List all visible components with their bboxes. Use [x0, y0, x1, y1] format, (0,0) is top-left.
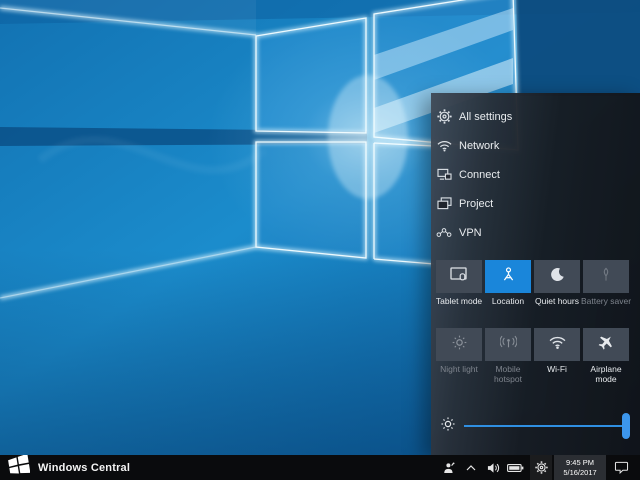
tile-mobile-hotspot-button[interactable]	[485, 328, 531, 361]
menu-item-connect[interactable]: Connect	[431, 160, 640, 189]
night-light-icon	[452, 335, 467, 355]
start-label: Windows Central	[38, 462, 130, 474]
tablet-mode-icon	[450, 267, 468, 286]
tile-airplane-mode-button[interactable]	[583, 328, 629, 361]
vpn-icon	[436, 225, 452, 241]
tile-battery-saver[interactable]: Battery saver	[583, 260, 629, 328]
people-icon[interactable]	[441, 455, 457, 480]
brightness-slider-thumb[interactable]	[622, 413, 630, 439]
tile-tablet-mode[interactable]: Tablet mode	[436, 260, 482, 328]
chevron-up-icon[interactable]	[464, 455, 478, 480]
tile-quiet-hours-button[interactable]	[534, 260, 580, 293]
connect-icon	[436, 167, 452, 183]
volume-icon[interactable]	[485, 455, 501, 480]
menu-item-label: Project	[459, 198, 493, 210]
gear-icon	[436, 109, 452, 125]
quiet-hours-icon	[550, 267, 565, 287]
tile-wifi-button[interactable]	[534, 328, 580, 361]
tile-tablet-mode-button[interactable]	[436, 260, 482, 293]
tile-night-light-button[interactable]	[436, 328, 482, 361]
project-icon	[436, 196, 452, 212]
battery-saver-icon	[600, 267, 612, 287]
tile-airplane-mode[interactable]: Airplane mode	[583, 328, 629, 396]
windows-logo-icon	[8, 455, 30, 480]
tile-label: Battery saver	[579, 296, 633, 306]
brightness-slider[interactable]	[464, 425, 630, 427]
start-button[interactable]: Windows Central	[0, 455, 130, 480]
airplane-icon	[598, 334, 614, 355]
gear-icon[interactable]	[530, 455, 552, 480]
menu-item-label: VPN	[459, 227, 482, 239]
tile-location-button[interactable]	[485, 260, 531, 293]
wifi-icon	[436, 138, 452, 154]
quick-settings-panel: All settings Network Connect Project	[431, 93, 640, 455]
battery-icon[interactable]	[506, 455, 525, 480]
tile-battery-saver-button[interactable]	[583, 260, 629, 293]
location-icon	[501, 267, 516, 287]
tile-label: Quiet hours	[530, 296, 584, 306]
tile-label: Night light	[432, 364, 486, 374]
clock-time: 9:45 PM	[566, 458, 594, 468]
taskbar: Windows Central 9:45 PM 5/16/2017	[0, 455, 640, 480]
menu-item-project[interactable]: Project	[431, 189, 640, 218]
tile-quiet-hours[interactable]: Quiet hours	[534, 260, 580, 328]
menu-item-label: All settings	[459, 111, 512, 123]
wifi-icon	[549, 336, 566, 354]
menu-item-label: Network	[459, 140, 499, 152]
brightness-slider-row	[431, 408, 640, 444]
tile-label: Airplane mode	[579, 364, 633, 384]
clock-date: 5/16/2017	[563, 468, 596, 478]
menu-item-all-settings[interactable]: All settings	[431, 102, 640, 131]
tile-label: Tablet mode	[432, 296, 486, 306]
system-tray: 9:45 PM 5/16/2017	[441, 455, 640, 480]
tile-mobile-hotspot[interactable]: Mobile hotspot	[485, 328, 531, 396]
tile-wifi[interactable]: Wi-Fi	[534, 328, 580, 396]
action-center-icon[interactable]	[609, 455, 633, 480]
menu-item-vpn[interactable]: VPN	[431, 218, 640, 247]
tile-label: Location	[481, 296, 535, 306]
tile-night-light[interactable]: Night light	[436, 328, 482, 396]
mobile-hotspot-icon	[500, 335, 517, 354]
menu-item-network[interactable]: Network	[431, 131, 640, 160]
tile-location[interactable]: Location	[485, 260, 531, 328]
tile-label: Wi-Fi	[530, 364, 584, 374]
settings-menu: All settings Network Connect Project	[431, 102, 640, 247]
screen: All settings Network Connect Project	[0, 0, 640, 480]
tile-label: Mobile hotspot	[481, 364, 535, 384]
taskbar-clock[interactable]: 9:45 PM 5/16/2017	[554, 455, 606, 480]
sun-icon	[441, 417, 455, 436]
menu-item-label: Connect	[459, 169, 500, 181]
quick-action-tiles: Tablet mode Location Quiet hours	[436, 260, 629, 396]
